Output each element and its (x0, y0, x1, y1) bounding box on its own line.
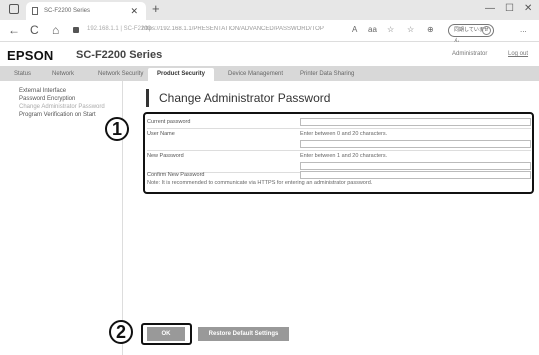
lock-icon (73, 27, 79, 33)
page-title: Change Administrator Password (146, 89, 330, 107)
maximize-button[interactable]: ☐ (505, 3, 514, 14)
sidebar-item-password-encryption[interactable]: Password Encryption (19, 95, 119, 103)
confirm-password-input[interactable] (300, 171, 531, 179)
tab-actions-icon[interactable] (9, 4, 19, 14)
callout-number-1: 1 (105, 117, 129, 141)
tab-title: SC-F2200 Series (44, 8, 91, 14)
https-note: Note: It is recommended to communicate v… (147, 180, 373, 186)
user-name-field-row (147, 140, 531, 149)
new-password-hint: Enter between 1 and 20 characters. (300, 153, 388, 159)
tab-status[interactable]: Status (10, 68, 40, 81)
user-name-label: User Name (147, 131, 175, 137)
close-window-button[interactable]: ✕ (524, 3, 532, 14)
sidebar-item-change-admin-password[interactable]: Change Administrator Password (19, 103, 119, 111)
favorite-icon[interactable]: ☆ (387, 25, 394, 34)
tab-product-security[interactable]: Product Security (148, 68, 214, 81)
user-name-hint: Enter between 0 and 20 characters. (300, 131, 388, 137)
callout-number-2: 2 (109, 320, 133, 344)
divider (147, 150, 531, 151)
tab-printer-data-sharing[interactable]: Printer Data Sharing (294, 68, 374, 81)
tab-network-security[interactable]: Network Security (92, 68, 146, 81)
browser-tab[interactable]: SC-F2200 Series ✕ (26, 2, 146, 20)
browser-tab-bar: SC-F2200 Series ✕ + — ☐ ✕ (0, 0, 539, 20)
divider (147, 128, 531, 129)
model-name: SC-F2200 Series (76, 49, 163, 61)
user-name-input[interactable] (300, 140, 531, 148)
user-name: Administrator (452, 51, 488, 57)
epson-logo: EPSON (7, 48, 54, 63)
sidebar: External Interface Password Encryption C… (19, 87, 119, 119)
current-password-input[interactable] (300, 118, 531, 126)
sidebar-item-program-verification[interactable]: Program Verification on Start (19, 111, 119, 119)
favorites-icon[interactable]: ☆ (407, 25, 414, 34)
tab-close-icon[interactable]: ✕ (130, 2, 138, 20)
current-password-label: Current password (147, 119, 191, 125)
tab-network[interactable]: Network (46, 68, 84, 81)
current-password-row: Current password (147, 118, 531, 127)
collections-icon[interactable]: ⊕ (427, 25, 434, 34)
ok-button[interactable]: OK (147, 327, 185, 341)
logout-link[interactable]: Log out (508, 51, 528, 57)
text-size-icon[interactable]: aa (368, 25, 377, 34)
page-icon (32, 7, 38, 15)
user-name-row: User Name Enter between 0 and 20 charact… (147, 130, 531, 139)
confirm-password-label: Confirm New Password (147, 172, 205, 178)
minimize-button[interactable]: — (485, 3, 495, 14)
main-nav: Status Network Network Security Product … (0, 66, 539, 81)
new-password-field-row (147, 162, 531, 171)
new-password-row: New Password Enter between 1 and 20 char… (147, 152, 531, 161)
home-icon[interactable]: ⌂ (52, 23, 59, 37)
restore-default-button[interactable]: Restore Default Settings (198, 327, 289, 341)
profile-button[interactable]: 同期していません (448, 24, 494, 44)
read-aloud-icon[interactable]: A (352, 25, 357, 34)
new-tab-button[interactable]: + (152, 1, 160, 16)
app-header: EPSON SC-F2200 Series Administrator Log … (0, 42, 539, 66)
more-icon[interactable]: ... (520, 25, 527, 34)
sidebar-item-external-interface[interactable]: External Interface (19, 87, 119, 95)
avatar-icon (482, 26, 491, 35)
confirm-password-row: Confirm New Password (147, 171, 531, 180)
address-bar: ← C ⌂ 192.168.1.1 | SC-F2200 https://192… (0, 20, 539, 44)
back-icon[interactable]: ← (8, 23, 20, 37)
tab-device-management[interactable]: Device Management (220, 68, 290, 81)
new-password-label: New Password (147, 153, 184, 159)
refresh-icon[interactable]: C (30, 23, 39, 37)
new-password-input[interactable] (300, 162, 531, 170)
